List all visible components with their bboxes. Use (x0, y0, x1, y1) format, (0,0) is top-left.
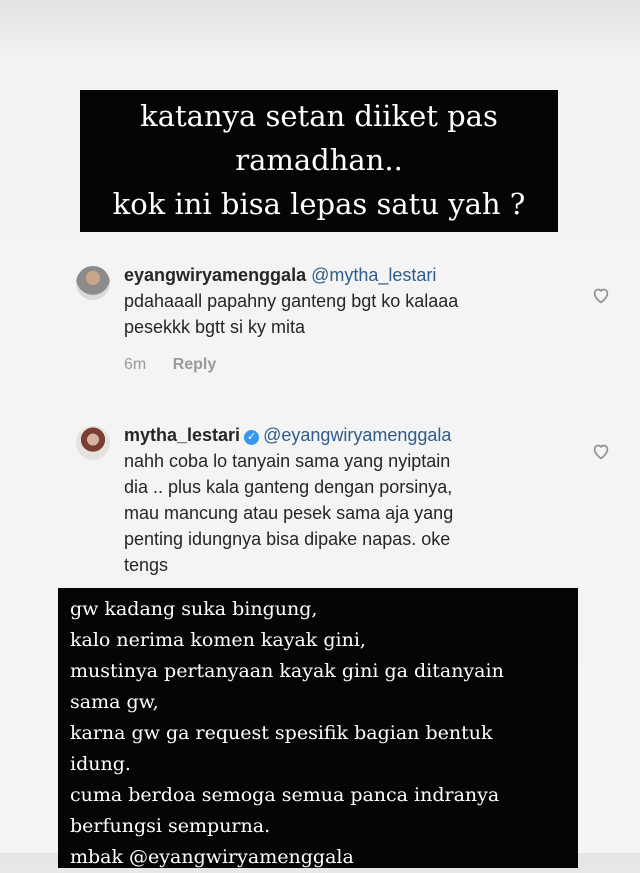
comment-text-line: tengs (124, 555, 169, 575)
comment-text-line: nahh coba lo tanyain sama yang nyiptain (124, 451, 451, 471)
verified-badge-icon: ✓ (244, 430, 260, 445)
avatar[interactable] (76, 426, 110, 460)
heart-outline-icon[interactable] (590, 284, 612, 306)
comment-body: eyangwiryamenggala @mytha_lestari pdahaa… (124, 262, 554, 378)
caption-line: cuma berdoa semoga semua panca indranya (70, 784, 500, 806)
caption-line: berfungsi sempurna. (70, 815, 271, 837)
comment-body: mytha_lestari ✓ @eyangwiryamenggala nahh c… (124, 422, 554, 578)
caption-line: kalo nerima komen kayak gini, (70, 629, 366, 651)
comment-text-line: penting idungnya bisa dipake napas. oke (124, 529, 451, 549)
caption-line: kok ini bisa lepas satu yah ? (112, 187, 526, 221)
comment-mention[interactable]: @eyangwiryamenggala (263, 425, 451, 445)
comment-text-line: pesekkk bgtt si ky mita (124, 317, 306, 337)
caption-line: ramadhan.. (235, 143, 403, 177)
comment-mention[interactable]: @mytha_lestari (311, 265, 436, 285)
caption-line: gw kadang suka bingung, (70, 598, 318, 620)
comment-time: 6m (124, 356, 147, 373)
comment-username[interactable]: mytha_lestari (124, 425, 240, 445)
story-caption-top: katanya setan diiket pas ramadhan.. kok … (80, 90, 558, 232)
reply-button[interactable]: Reply (173, 356, 217, 373)
comment-username[interactable]: eyangwiryamenggala (124, 265, 306, 285)
comment-text-line: mau mancung atau pesek sama aja yang (124, 503, 454, 523)
comment-text-line: dia .. plus kala ganteng dengan porsinya… (124, 477, 453, 497)
heart-outline-icon[interactable] (590, 440, 612, 462)
story-caption-bottom: gw kadang suka bingung, kalo nerima kome… (58, 588, 578, 868)
caption-line: katanya setan diiket pas (140, 99, 498, 133)
caption-line: karna gw ga request spesifik bagian bent… (70, 722, 493, 744)
comment-text-line: pdahaaall papahny ganteng bgt ko kalaaa (124, 291, 459, 311)
caption-line: mbak @eyangwiryamenggala (70, 846, 354, 868)
caption-line: mustinya pertanyaan kayak gini ga ditany… (70, 660, 504, 682)
comment-meta: 6m Reply (124, 352, 554, 378)
caption-line: idung. (70, 753, 131, 775)
avatar[interactable] (76, 266, 110, 300)
caption-line: sama gw, (70, 691, 159, 713)
